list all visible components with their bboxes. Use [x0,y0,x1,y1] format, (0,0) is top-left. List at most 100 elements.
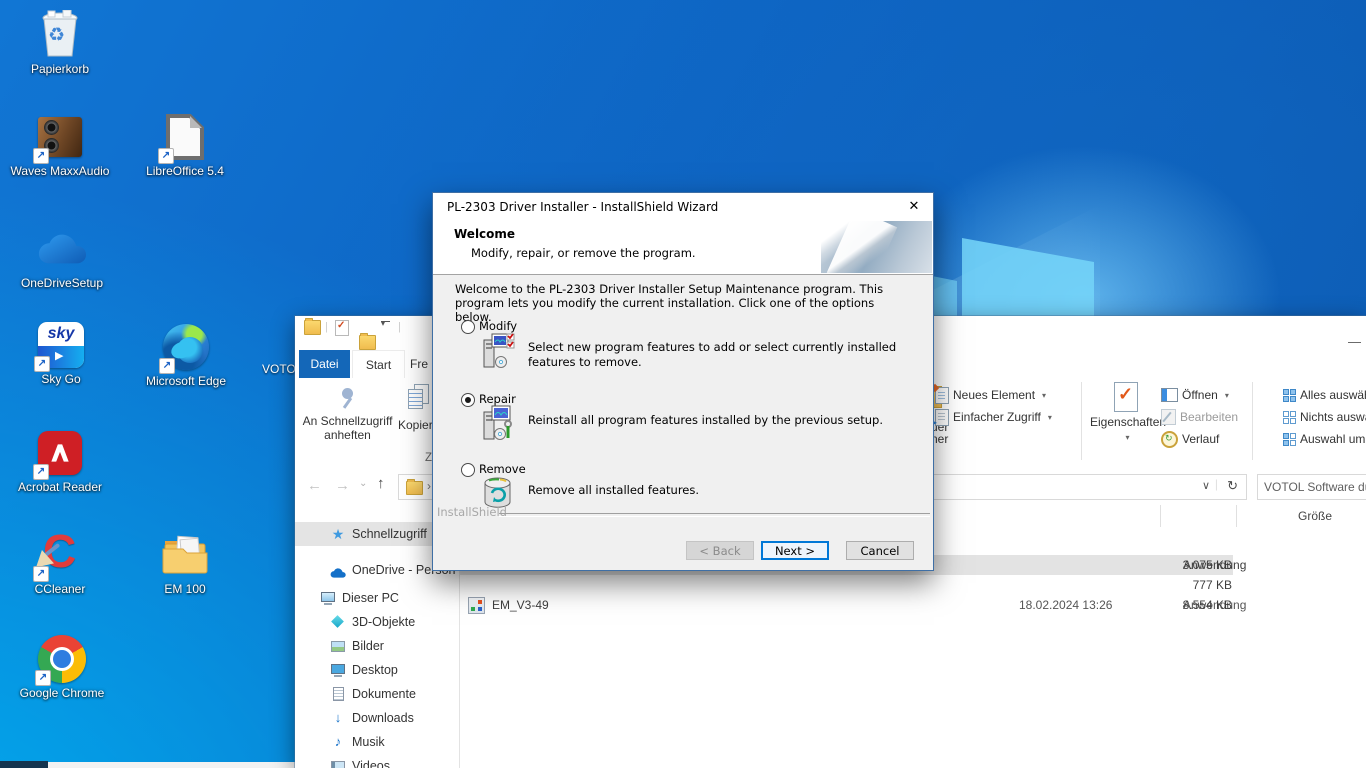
forward-icon[interactable]: → [335,477,350,494]
sidebar-item-desktop[interactable]: Desktop [295,658,459,682]
desktop-icon-label: OneDriveSetup [21,277,103,290]
partial-desktop-icon-label: VOTOL [262,362,295,376]
select-none-icon [1283,411,1296,424]
history-icon: ↻ [1161,431,1178,448]
desktop-icon-acrobat-reader[interactable]: ↗ Acrobat Reader [12,428,108,494]
file-name: EM_V3-49 [492,598,549,612]
acrobat-icon: ↗ [35,428,85,478]
up-icon[interactable]: ↑ [377,475,385,492]
modify-radio[interactable] [461,320,475,334]
properties-button[interactable]: ✓ Eigenschaften ▾ [1090,382,1162,443]
desktop-icon-label: CCleaner [35,583,86,596]
sidebar-item-bilder[interactable]: Bilder [295,634,459,658]
documents-icon [330,686,346,702]
sidebar-item-3d-objekte[interactable]: 3D-Objekte [295,610,459,634]
shortcut-arrow-icon: ↗ [158,148,174,164]
next-button[interactable]: Next > [761,541,829,560]
dialog-intro-text: Welcome to the PL-2303 Driver Installer … [455,282,910,324]
sidebar-item-downloads[interactable]: ↓ Downloads [295,706,459,730]
dialog-title-bar[interactable]: PL-2303 Driver Installer - InstallShield… [433,193,933,221]
sidebar-item-dokumente[interactable]: Dokumente [295,682,459,706]
history-button[interactable]: ↻ Verlauf [1161,430,1219,448]
address-folder-icon [406,481,423,495]
recycle-bin-icon: ♻ [35,10,85,60]
tab-start[interactable]: Start [352,350,405,379]
windows-logo-pane-small [932,276,957,320]
desktop-screen: ♻ Papierkorb ↗ Waves MaxxAudio ↗ LibreOf… [0,0,1366,768]
customize-toolbar-icon[interactable]: ▾ [381,322,393,334]
refresh-icon[interactable]: ↻ [1227,478,1238,494]
quick-access-folder-icon[interactable] [304,320,321,335]
table-row[interactable]: EM_V3-49 18.02.2024 13:26 Anwendung 8.55… [460,595,1233,615]
pictures-icon [330,638,346,654]
sidebar-item-musik[interactable]: ♪ Musik [295,730,459,754]
libreoffice-icon: ↗ [160,112,210,162]
folder-icon [160,530,210,580]
remove-radio[interactable] [461,463,475,477]
shortcut-arrow-icon: ↗ [35,670,51,686]
quick-access-properties-icon[interactable]: ✓ [335,320,349,336]
desktop-icon-em-100-folder[interactable]: EM 100 [137,530,233,596]
desktop-icon-libreoffice[interactable]: ↗ LibreOffice 5.4 [137,112,233,178]
dialog-header-subtitle: Modify, repair, or remove the program. [471,246,696,260]
edit-icon [1161,409,1176,425]
invert-selection-icon [1283,433,1296,446]
desktop-icon-label: Sky Go [41,373,80,386]
bottom-window-sliver-light [48,762,295,768]
select-all-icon [1283,389,1296,402]
cancel-button[interactable]: Cancel [846,541,914,560]
desktop-icon-recycle-bin[interactable]: ♻ Papierkorb [12,10,108,76]
installshield-wizard-dialog: PL-2303 Driver Installer - InstallShield… [432,192,934,571]
modify-icon [483,333,515,374]
back-button[interactable]: < Back [686,541,754,560]
easy-access-button[interactable]: ▸ Einfacher Zugriff ▾ [935,408,1052,426]
quick-access-newfolder-icon[interactable] [359,335,376,350]
sidebar-item-dieser-pc[interactable]: Dieser PC [295,586,459,610]
select-none-button[interactable]: Nichts auswählen [1283,408,1366,426]
desktop-icon-onedrivesetup[interactable]: OneDriveSetup [14,224,110,290]
desktop-icon-ccleaner[interactable]: C ↗ CCleaner [12,530,108,596]
desktop-icon-microsoft-edge[interactable]: ↗ Microsoft Edge [138,322,234,388]
close-icon[interactable]: ✕ [903,197,925,217]
open-button[interactable]: Öffnen ▾ [1161,386,1229,404]
desktop-icon-label: EM 100 [164,583,205,596]
bottom-window-sliver-dark [0,761,48,768]
sky-go-icon: sky ▶ ↗ [36,320,86,370]
easy-access-icon: ▸ [935,409,949,426]
repair-icon [483,405,515,446]
repair-radio[interactable] [461,393,475,407]
desktop-icon-label: Google Chrome [20,687,105,700]
waves-maxxaudio-icon: ↗ [35,112,85,162]
desktop-folder-icon [330,662,346,678]
desktop-icon-label: LibreOffice 5.4 [146,165,224,178]
dialog-header: Welcome Modify, repair, or remove the pr… [433,221,933,275]
select-all-button[interactable]: Alles auswählen [1283,386,1366,404]
dialog-header-title: Welcome [454,227,515,241]
table-row[interactable]: 777 KB [460,575,1233,595]
shortcut-arrow-icon: ↗ [33,148,49,164]
edit-button[interactable]: Bearbeiten [1161,408,1238,426]
onedrive-cloud-icon [37,224,87,274]
desktop-icon-google-chrome[interactable]: ↗ Google Chrome [14,634,110,700]
this-pc-icon [320,590,336,606]
new-item-button[interactable]: Neues Element ▾ [935,386,1046,404]
tab-datei[interactable]: Datei [299,350,350,378]
sidebar-item-videos[interactable]: Videos [295,754,459,768]
recent-locations-icon[interactable]: ⌄ [359,478,367,489]
new-item-icon [935,387,949,404]
play-icon: ▶ [55,349,63,362]
address-dropdown-icon[interactable]: ∨ [1202,479,1210,492]
pin-to-quick-access-button[interactable]: An Schnellzugriff anheften [295,414,400,442]
search-box[interactable]: VOTOL Software dur [1257,474,1366,500]
modify-description: Select new program features to add or se… [528,340,900,370]
desktop-icon-sky-go[interactable]: sky ▶ ↗ Sky Go [13,320,109,386]
downloads-icon: ↓ [330,710,346,726]
videos-icon [330,758,346,768]
pin-icon [338,386,360,410]
desktop-icon-waves-maxxaudio[interactable]: ↗ Waves MaxxAudio [12,112,108,178]
minimize-icon[interactable]: — [1348,334,1361,349]
search-input-value: VOTOL Software dur [1264,480,1366,494]
back-icon[interactable]: ← [307,477,322,494]
column-header-groesse[interactable]: Größe [1298,509,1332,523]
invert-selection-button[interactable]: Auswahl umkehren [1283,430,1366,448]
